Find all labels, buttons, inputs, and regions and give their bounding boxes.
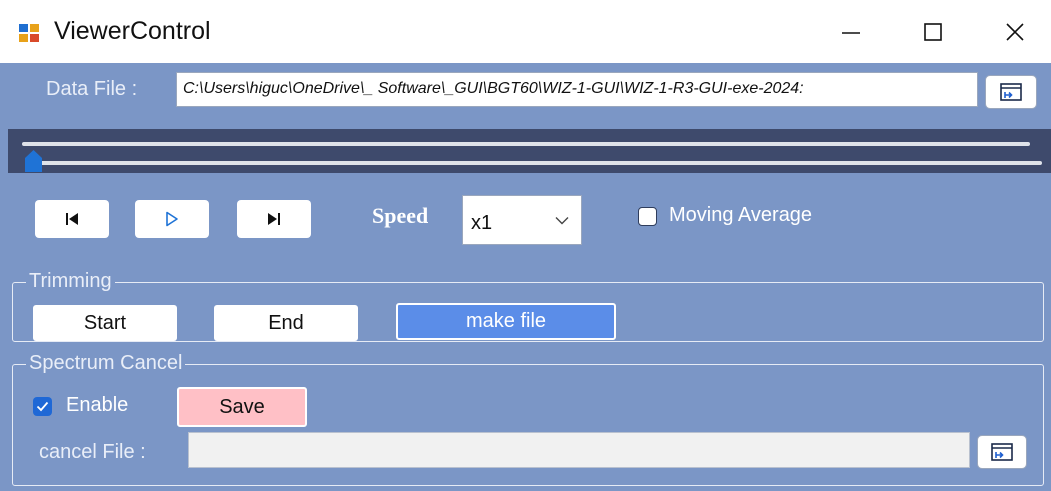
play-button[interactable]	[135, 200, 209, 238]
browse-folder-icon	[1000, 83, 1022, 101]
chevron-down-icon	[555, 217, 569, 225]
trimming-group-title: Trimming	[26, 270, 115, 293]
previous-button[interactable]	[35, 200, 109, 238]
speed-label: Speed	[372, 203, 429, 228]
browse-folder-icon	[991, 443, 1013, 461]
moving-average-label: Moving Average	[669, 204, 813, 226]
cancel-file-browse-button[interactable]	[977, 435, 1027, 469]
close-button[interactable]	[975, 0, 1051, 63]
trackbar-thumb[interactable]	[25, 150, 42, 172]
app-window-icon	[18, 22, 40, 44]
trim-start-button[interactable]: Start	[33, 305, 177, 341]
next-button[interactable]	[237, 200, 311, 238]
enable-label: Enable	[66, 394, 129, 416]
moving-average-checkbox[interactable]	[638, 207, 657, 226]
playback-trackbar[interactable]	[8, 129, 1051, 173]
spectrum-cancel-group-title: Spectrum Cancel	[26, 352, 186, 375]
skip-to-end-icon	[268, 213, 280, 225]
make-file-button[interactable]: make file	[396, 303, 616, 340]
close-icon	[1006, 22, 1024, 41]
cancel-file-path-field[interactable]	[188, 432, 970, 468]
trim-end-button[interactable]: End	[214, 305, 358, 341]
cancel-file-label: cancel File :	[39, 441, 146, 463]
skip-to-start-icon	[66, 213, 78, 225]
maximize-icon	[924, 22, 942, 41]
speed-dropdown[interactable]: x1	[462, 195, 582, 245]
trackbar-rail-top	[22, 142, 1030, 146]
enable-checkbox[interactable]	[33, 397, 52, 416]
data-file-browse-button[interactable]	[985, 75, 1037, 109]
save-button[interactable]: Save	[177, 387, 307, 427]
minimize-button[interactable]	[811, 0, 891, 63]
trackbar-rail-bottom	[26, 161, 1042, 165]
window-title: ViewerControl	[54, 17, 211, 45]
minimize-icon	[842, 31, 860, 34]
data-file-path-field[interactable]: C:\Users\higuc\OneDrive\_ Software\_GUI\…	[176, 72, 978, 107]
title-bar: ViewerControl	[0, 0, 1051, 63]
play-icon	[166, 211, 178, 227]
data-file-label: Data File :	[46, 78, 138, 100]
maximize-button[interactable]	[893, 0, 973, 63]
speed-selected-value: x1	[471, 212, 493, 234]
checkmark-icon	[36, 401, 49, 412]
